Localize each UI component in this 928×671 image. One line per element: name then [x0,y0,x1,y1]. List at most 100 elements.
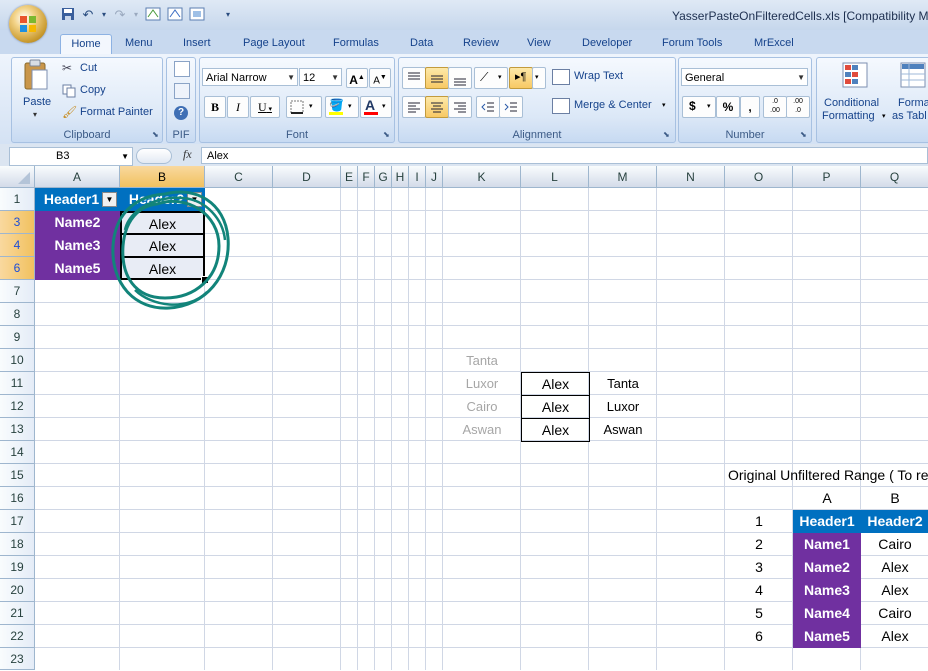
orientation-button[interactable]: ⟋ ▾ [474,67,508,89]
row-header-20[interactable]: 20 [0,579,35,602]
original-name-cell[interactable]: Name4 [793,602,861,625]
number-format-select[interactable]: General ▼ [681,68,808,86]
align-right-button[interactable] [448,96,472,118]
customize-qat-icon[interactable]: ▾ [220,7,236,23]
dialog-launcher-icon[interactable]: ⬊ [152,130,159,139]
font-size-select[interactable]: 12 ▼ [299,68,342,86]
row-header-7[interactable]: 7 [0,280,35,303]
tab-review[interactable]: Review [459,34,503,54]
text-direction-dropdown[interactable]: ▾ [532,67,546,89]
row-header-9[interactable]: 9 [0,326,35,349]
lookup-l-cell[interactable]: Alex [521,395,590,419]
formula-bar-expand-handle[interactable] [136,148,172,164]
undo-dropdown-icon[interactable]: ▾ [96,7,112,23]
lookup-k-cell[interactable]: Tanta [443,349,521,372]
row-header-6[interactable]: 6 [0,257,35,280]
comma-button[interactable]: , [740,96,760,118]
tab-insert[interactable]: Insert [179,34,215,54]
row-header-21[interactable]: 21 [0,602,35,625]
qat-tool-1-icon[interactable] [145,7,161,23]
row-header-17[interactable]: 17 [0,510,35,533]
conditional-formatting-button[interactable]: Conditional Formatting ▾ [820,60,890,124]
column-header-j[interactable]: J [426,166,443,188]
tab-menu[interactable]: Menu [121,34,157,54]
column-header-k[interactable]: K [443,166,521,188]
align-center-button[interactable] [425,96,449,118]
pif-tool-1-icon[interactable] [174,61,190,77]
tab-formulas[interactable]: Formulas [329,34,383,54]
grow-font-button[interactable]: A▲ [346,68,368,88]
row-header-4[interactable]: 4 [0,234,35,257]
increase-decimal-button[interactable]: .0 .00 [763,96,787,118]
original-value-cell[interactable]: Alex [861,625,928,648]
column-header-g[interactable]: G [375,166,392,188]
column-header-f[interactable]: F [358,166,375,188]
row-header-3[interactable]: 3 [0,211,35,234]
qat-tool-3-icon[interactable] [189,7,205,23]
borders-button[interactable]: ▾ [286,96,322,118]
format-as-table-button[interactable]: Format as Tabl [892,60,928,124]
insert-function-icon[interactable]: fx [183,147,192,162]
alignment-dialog-launcher-icon[interactable]: ⬊ [663,130,670,139]
font-dialog-launcher-icon[interactable]: ⬊ [383,130,390,139]
column-header-m[interactable]: M [589,166,657,188]
column-header-o[interactable]: O [725,166,793,188]
lookup-m-cell[interactable]: Aswan [589,418,657,441]
undo-icon[interactable]: ↶ [80,7,96,23]
name-box[interactable]: B3 ▼ [9,147,133,166]
lookup-k-cell[interactable]: Aswan [443,418,521,441]
middle-align-button[interactable] [425,67,449,89]
original-row-number[interactable]: 3 [725,556,793,579]
tab-developer[interactable]: Developer [578,34,636,54]
original-row-number[interactable]: 1 [725,510,793,533]
lookup-l-cell[interactable]: Alex [521,372,590,396]
original-row-number[interactable]: 2 [725,533,793,556]
original-row-number[interactable]: 4 [725,579,793,602]
column-header-p[interactable]: P [793,166,861,188]
row-header-11[interactable]: 11 [0,372,35,395]
row-header-14[interactable]: 14 [0,441,35,464]
underline-button[interactable]: U ▾ [250,96,280,118]
text-direction-button[interactable]: ▸¶ [509,67,533,89]
decrease-decimal-button[interactable]: .00 .0 [786,96,810,118]
row-header-15[interactable]: 15 [0,464,35,487]
save-icon[interactable] [60,7,76,23]
italic-button[interactable]: I [227,96,249,118]
lookup-k-cell[interactable]: Luxor [443,372,521,395]
lookup-l-cell[interactable]: Alex [521,418,590,442]
original-row-number[interactable]: 6 [725,625,793,648]
qat-tool-2-icon[interactable] [167,7,183,23]
row-header-18[interactable]: 18 [0,533,35,556]
row-header-13[interactable]: 13 [0,418,35,441]
shrink-font-button[interactable]: A▼ [369,68,391,88]
row-header-23[interactable]: 23 [0,648,35,670]
decrease-indent-button[interactable] [476,96,500,118]
lookup-m-cell[interactable]: Luxor [589,395,657,418]
help-icon[interactable]: ? [174,106,188,120]
bottom-align-button[interactable] [448,67,472,89]
tab-page-layout[interactable]: Page Layout [239,34,309,54]
column-header-i[interactable]: I [409,166,426,188]
top-align-button[interactable] [402,67,426,89]
column-header-n[interactable]: N [657,166,725,188]
column-header-q[interactable]: Q [861,166,928,188]
original-value-cell[interactable]: Cairo [861,533,928,556]
column-header-d[interactable]: D [273,166,341,188]
original-header-cell[interactable]: Header2 [861,510,928,533]
row-header-12[interactable]: 12 [0,395,35,418]
row-header-8[interactable]: 8 [0,303,35,326]
align-left-button[interactable] [402,96,426,118]
tab-mrexcel[interactable]: MrExcel [750,34,798,54]
font-name-select[interactable]: Arial Narrow ▼ [202,68,298,86]
lookup-k-cell[interactable]: Cairo [443,395,521,418]
lookup-m-cell[interactable]: Tanta [589,372,657,395]
original-value-cell[interactable]: Alex [861,579,928,602]
tab-data[interactable]: Data [406,34,437,54]
office-button[interactable] [9,5,47,43]
currency-button[interactable]: $ ▾ [682,96,716,118]
bold-button[interactable]: B [204,96,226,118]
number-dialog-launcher-icon[interactable]: ⬊ [800,130,807,139]
percent-button[interactable]: % [716,96,740,118]
increase-indent-button[interactable] [499,96,523,118]
original-col-label[interactable]: B [861,487,928,510]
